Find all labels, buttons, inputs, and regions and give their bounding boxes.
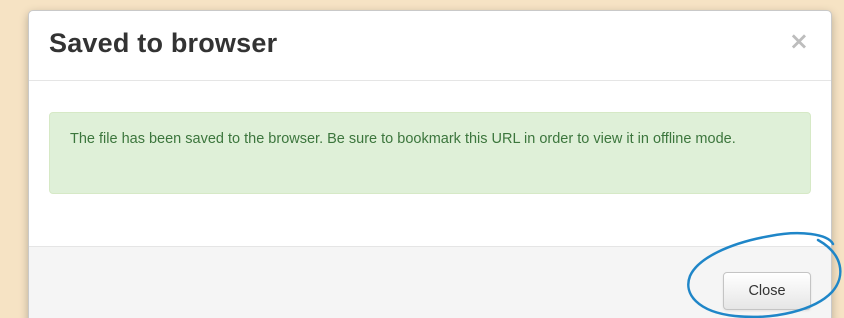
saved-to-browser-dialog: Saved to browser × The file has been sav… <box>28 10 832 318</box>
close-icon[interactable]: × <box>789 29 809 53</box>
dialog-footer: Close <box>29 246 831 318</box>
dialog-header: Saved to browser × <box>29 11 831 81</box>
dialog-body: The file has been saved to the browser. … <box>29 81 831 246</box>
success-alert: The file has been saved to the browser. … <box>49 112 811 194</box>
close-button[interactable]: Close <box>723 272 811 310</box>
dialog-title: Saved to browser <box>49 28 278 58</box>
